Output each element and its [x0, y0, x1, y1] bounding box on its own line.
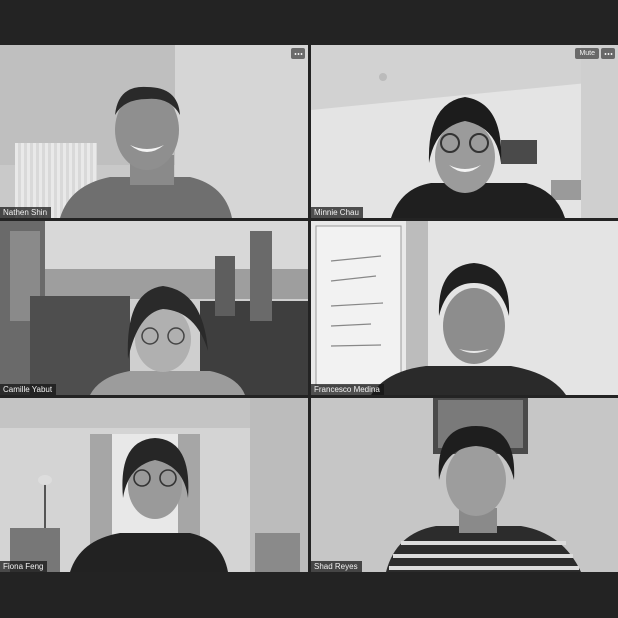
- video-feed: [0, 221, 308, 395]
- more-options-button[interactable]: [601, 48, 615, 59]
- participant-name: Fiona Feng: [0, 561, 48, 572]
- participant-name: Francesco Medina: [311, 384, 384, 395]
- video-tile-nathen-shin[interactable]: Nathen Shin: [0, 45, 308, 218]
- video-feed: [0, 398, 308, 572]
- ellipsis-icon: [603, 52, 613, 55]
- video-feed: [311, 221, 618, 395]
- video-feed: [311, 45, 618, 218]
- ellipsis-icon: [293, 52, 303, 55]
- participant-name: Nathen Shin: [0, 207, 52, 218]
- video-feed: [0, 45, 308, 218]
- participant-name: Minnie Chau: [311, 207, 363, 218]
- video-feed: [311, 398, 618, 572]
- tile-controls: [291, 48, 305, 59]
- video-tile-fiona-feng[interactable]: Fiona Feng: [0, 398, 308, 572]
- video-tile-francesco-medina[interactable]: Francesco Medina: [311, 221, 618, 395]
- video-tile-shad-reyes[interactable]: Shad Reyes: [311, 398, 618, 572]
- participant-name: Camille Yabut: [0, 384, 57, 395]
- video-tile-camille-yabut[interactable]: Camille Yabut: [0, 221, 308, 395]
- video-tile-minnie-chau[interactable]: Mute Minnie Chau: [311, 45, 618, 218]
- tile-controls: Mute: [575, 48, 615, 59]
- video-grid: Nathen Shin Mute Minnie Chau Camille Yab…: [0, 0, 618, 618]
- mute-button[interactable]: Mute: [575, 48, 599, 59]
- more-options-button[interactable]: [291, 48, 305, 59]
- participant-name: Shad Reyes: [311, 561, 362, 572]
